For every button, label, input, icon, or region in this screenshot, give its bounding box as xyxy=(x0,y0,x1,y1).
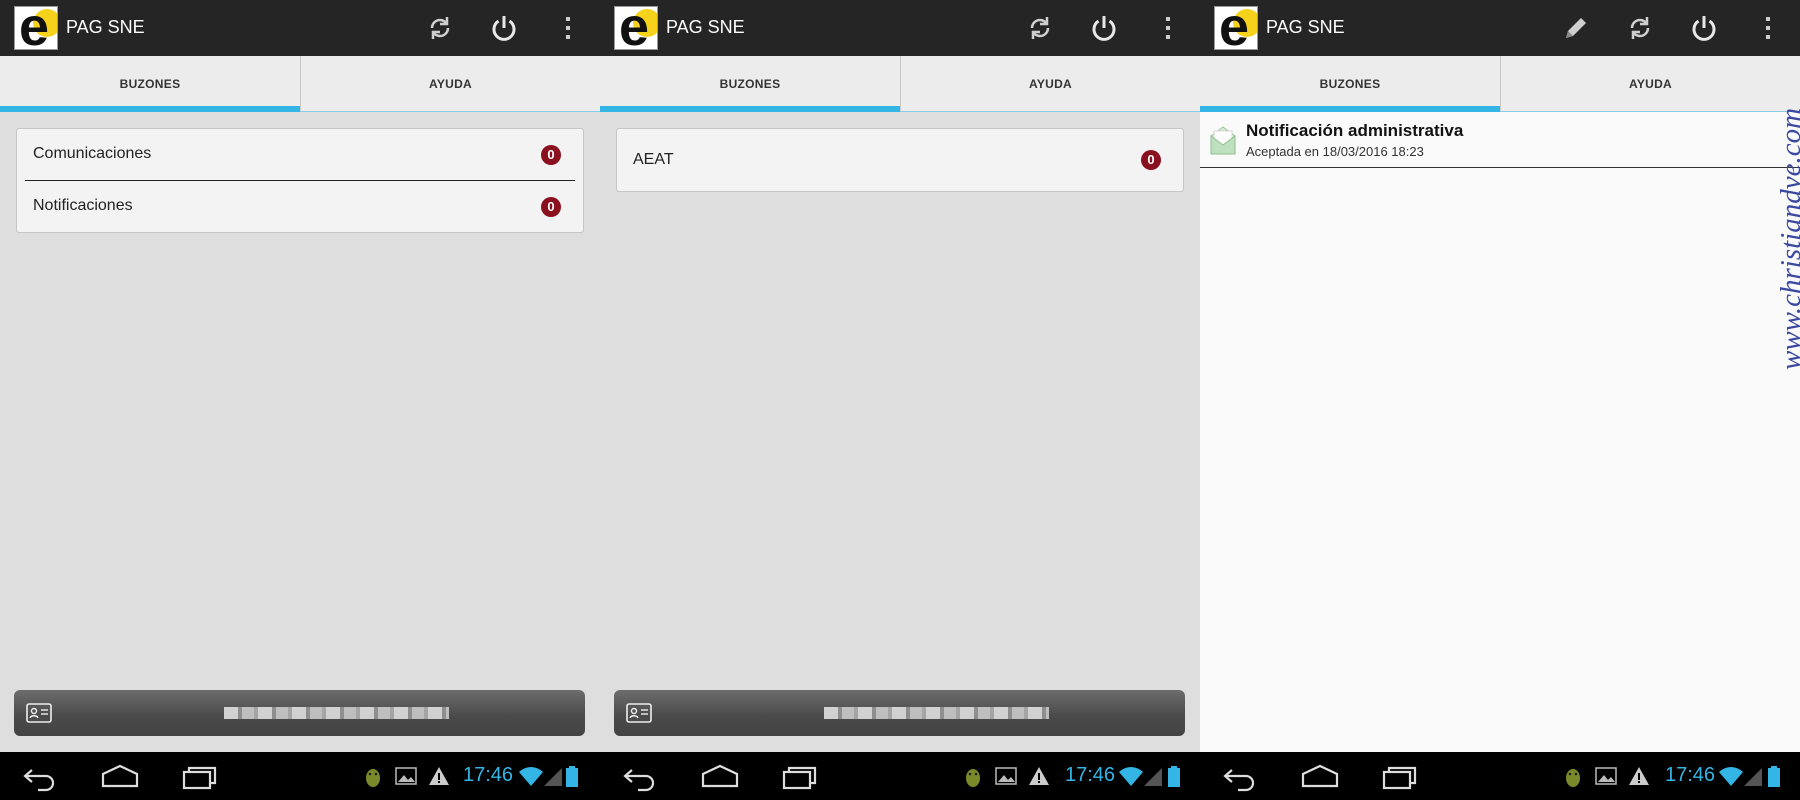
battery-icon xyxy=(566,766,578,787)
power-icon[interactable] xyxy=(1688,12,1720,44)
signal-icon xyxy=(544,768,562,786)
status-clock: 17:46 xyxy=(1065,764,1116,786)
app-logo[interactable]: e xyxy=(614,6,658,50)
warning-icon xyxy=(1629,767,1649,785)
home-icon[interactable] xyxy=(700,760,740,792)
count-badge: 0 xyxy=(1141,150,1161,170)
tab-ayuda[interactable]: AYUDA xyxy=(1500,56,1800,111)
system-bar-segment: 17:46 xyxy=(1200,752,1800,800)
overflow-menu-icon[interactable] xyxy=(552,12,584,44)
pencil-icon[interactable] xyxy=(1560,12,1592,44)
recent-apps-icon[interactable] xyxy=(180,760,220,792)
wifi-icon xyxy=(1119,767,1143,786)
android-debug-icon xyxy=(1566,769,1580,787)
app-title: PAG SNE xyxy=(666,17,745,37)
tab-buzones[interactable]: BUZONES xyxy=(600,56,900,112)
action-bar: e PAG SNE xyxy=(0,0,600,56)
list-item-label: Notificaciones xyxy=(33,197,133,214)
redacted-name xyxy=(224,707,449,719)
system-bar-segment: 17:46 xyxy=(0,752,600,800)
tab-buzones[interactable]: BUZONES xyxy=(1200,56,1500,112)
notification-title: Notificación administrativa xyxy=(1246,121,1464,140)
action-bar: e PAG SNE xyxy=(600,0,1200,56)
image-icon xyxy=(395,767,417,785)
redacted-name xyxy=(824,707,1049,719)
list-item-notificaciones[interactable]: Notificaciones 0 xyxy=(17,181,583,232)
refresh-icon[interactable] xyxy=(1624,12,1656,44)
screen-notification-list: e PAG SNE BUZONES AYUDA Notificación adm… xyxy=(1200,0,1800,752)
list-item-label: Comunicaciones xyxy=(33,145,152,162)
app-logo[interactable]: e xyxy=(14,6,58,50)
refresh-icon[interactable] xyxy=(424,12,456,44)
list-item-label: AEAT xyxy=(633,151,674,168)
tab-ayuda[interactable]: AYUDA xyxy=(900,56,1200,111)
power-icon[interactable] xyxy=(1088,12,1120,44)
power-icon[interactable] xyxy=(488,12,520,44)
back-icon[interactable] xyxy=(620,760,660,792)
overflow-menu-icon[interactable] xyxy=(1752,12,1784,44)
overflow-menu-icon[interactable] xyxy=(1152,12,1184,44)
signal-icon xyxy=(1144,768,1162,786)
home-icon[interactable] xyxy=(100,760,140,792)
status-clock: 17:46 xyxy=(1665,764,1716,786)
status-clock: 17:46 xyxy=(463,764,514,786)
tab-bar: BUZONES AYUDA xyxy=(0,56,600,112)
tab-ayuda[interactable]: AYUDA xyxy=(300,56,600,111)
recent-apps-icon[interactable] xyxy=(1380,760,1420,792)
system-bar: 17:46 17:46 17:46 xyxy=(0,752,1800,800)
list-item-aeat[interactable]: AEAT 0 xyxy=(617,129,1183,191)
recent-apps-icon[interactable] xyxy=(780,760,820,792)
open-envelope-icon xyxy=(1210,126,1236,155)
screen-communications-list: e PAG SNE BUZONES AYUDA AEAT 0 xyxy=(600,0,1200,752)
signal-icon xyxy=(1744,768,1762,786)
home-icon[interactable] xyxy=(1300,760,1340,792)
image-icon xyxy=(1595,767,1617,785)
certificate-bar[interactable] xyxy=(14,690,585,736)
sender-card: AEAT 0 xyxy=(616,128,1184,192)
id-card-icon xyxy=(26,703,52,723)
action-bar: e PAG SNE xyxy=(1200,0,1800,56)
notification-status: Aceptada en 18/03/2016 18:23 xyxy=(1246,144,1424,159)
warning-icon xyxy=(429,767,449,785)
notification-item[interactable]: Notificación administrativa Aceptada en … xyxy=(1200,112,1800,168)
battery-icon xyxy=(1168,766,1180,787)
wifi-icon xyxy=(519,767,543,786)
wifi-icon xyxy=(1719,767,1743,786)
certificate-bar[interactable] xyxy=(614,690,1185,736)
android-debug-icon xyxy=(966,769,980,787)
tab-buzones[interactable]: BUZONES xyxy=(0,56,300,112)
app-title: PAG SNE xyxy=(1266,17,1345,37)
mailbox-card: Comunicaciones 0 Notificaciones 0 xyxy=(16,128,584,233)
app-logo[interactable]: e xyxy=(1214,6,1258,50)
back-icon[interactable] xyxy=(1220,760,1260,792)
screen-mailbox-list: e PAG SNE BUZONES AYUDA Comunicaciones 0 xyxy=(0,0,600,752)
back-icon[interactable] xyxy=(20,760,60,792)
count-badge: 0 xyxy=(541,197,561,217)
battery-icon xyxy=(1768,766,1780,787)
tab-bar: BUZONES AYUDA xyxy=(600,56,1200,112)
android-debug-icon xyxy=(366,769,380,787)
image-icon xyxy=(995,767,1017,785)
list-item-comunicaciones[interactable]: Comunicaciones 0 xyxy=(17,129,583,180)
tab-bar: BUZONES AYUDA xyxy=(1200,56,1800,112)
refresh-icon[interactable] xyxy=(1024,12,1056,44)
count-badge: 0 xyxy=(541,145,561,165)
id-card-icon xyxy=(626,703,652,723)
system-bar-segment: 17:46 xyxy=(600,752,1200,800)
app-title: PAG SNE xyxy=(66,17,145,37)
warning-icon xyxy=(1029,767,1049,785)
